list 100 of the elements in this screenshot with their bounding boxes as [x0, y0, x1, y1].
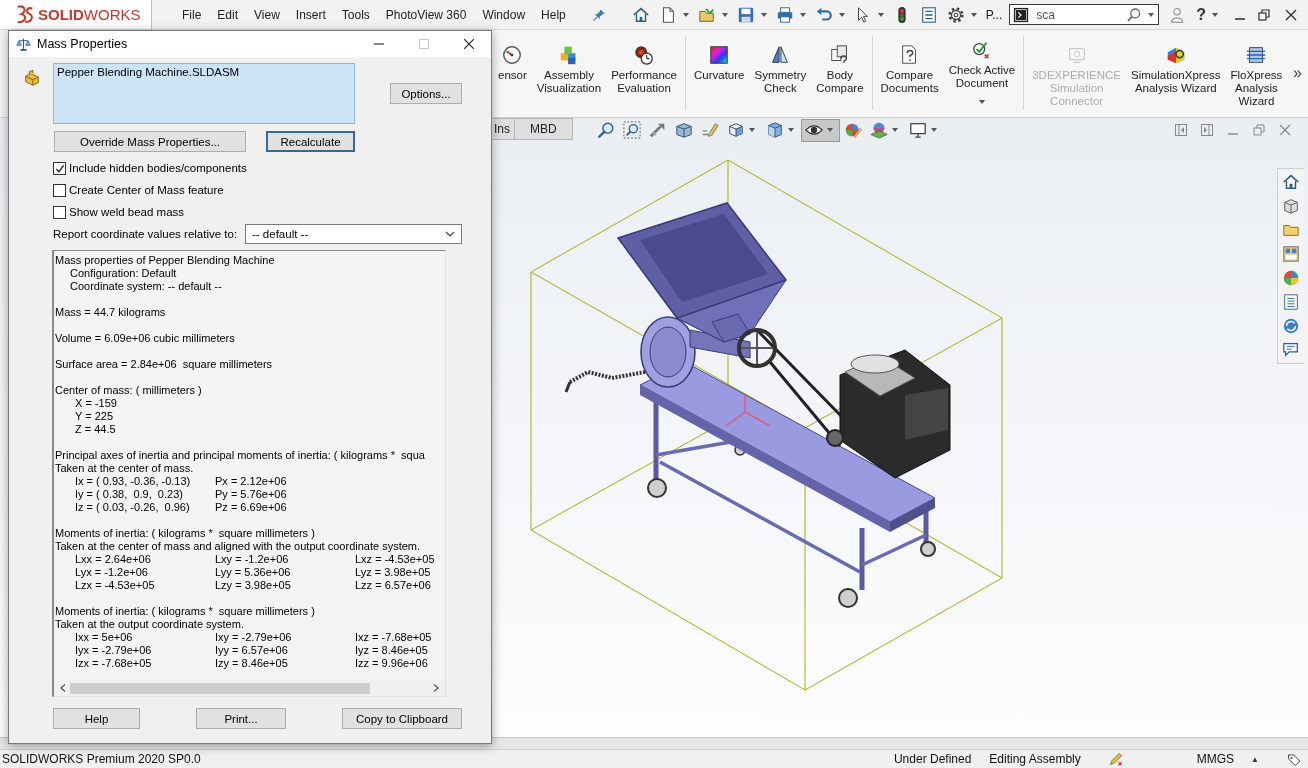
tag-icon[interactable]	[1287, 751, 1302, 767]
ribbon-button[interactable]: Symmetry Check	[749, 30, 812, 116]
command-tab[interactable]: Ins	[493, 118, 514, 140]
magnifier-box-icon	[622, 121, 641, 139]
menu-item[interactable]: PhotoView 360	[377, 3, 475, 26]
menu-item[interactable]: View	[246, 3, 288, 26]
checkmark-icon	[54, 163, 65, 173]
panel-left-icon[interactable]	[1175, 124, 1187, 136]
home-icon[interactable]	[1282, 173, 1300, 191]
print-button[interactable]: Print...	[196, 708, 286, 729]
caret-icon[interactable]	[930, 128, 937, 132]
horizontal-scrollbar[interactable]	[54, 680, 445, 696]
units-caret[interactable]: ▲	[1251, 754, 1259, 764]
caret-icon[interactable]	[799, 12, 806, 17]
report-value: Y = 225	[75, 410, 114, 423]
caret-icon[interactable]	[826, 128, 833, 132]
checkbox[interactable]	[53, 183, 66, 197]
list-icon[interactable]	[919, 5, 938, 24]
color-wheel-icon[interactable]	[1282, 269, 1300, 287]
override-button[interactable]: Override Mass Properties...	[54, 131, 246, 152]
caret-icon[interactable]	[838, 12, 845, 17]
options-button[interactable]: Options...	[390, 83, 462, 104]
flow-part-icon	[1245, 44, 1268, 66]
checkbox[interactable]	[53, 161, 66, 175]
open-folder-icon[interactable]	[697, 5, 716, 24]
menu-item[interactable]: Edit	[209, 3, 247, 26]
field-label: Report coordinate values relative to:	[53, 228, 238, 240]
report-line: Taken at the center of mass and aligned with the output coordinate system.	[55, 540, 421, 553]
ribbon-button[interactable]: Assembly Visualization	[531, 30, 607, 116]
toolbar-label[interactable]: P...	[985, 7, 1003, 22]
copy-button[interactable]: Copy to Clipboard	[342, 708, 462, 729]
report-line: Principal axes of inertia and principal moments of inertia: ( kilograms * squa	[55, 449, 425, 462]
report-line: Configuration: Default	[70, 267, 177, 280]
user-icon[interactable]	[1169, 5, 1186, 24]
scrollbar-thumb[interactable]	[70, 682, 370, 694]
units-text[interactable]: MMGS	[1196, 752, 1235, 766]
ribbon-button[interactable]: ensor	[493, 30, 532, 116]
chevron-right-icon[interactable]	[433, 684, 439, 692]
caret-icon[interactable]	[970, 12, 977, 17]
caret-icon[interactable]	[787, 128, 794, 132]
restore-icon[interactable]	[1258, 8, 1270, 21]
report-line: Taken at the output coordinate system.	[55, 618, 244, 631]
settings-icon[interactable]	[946, 5, 965, 24]
view-tool-button[interactable]	[800, 118, 840, 142]
caret-icon[interactable]	[877, 12, 884, 17]
close-icon[interactable]	[463, 39, 474, 49]
recalculate-button[interactable]: Recalculate	[266, 131, 355, 152]
selection-list[interactable]: Pepper Blending Machine.SLDASM	[53, 63, 355, 124]
caret-icon[interactable]	[682, 12, 689, 17]
ribbon-button[interactable]: Body Compare	[811, 30, 869, 116]
command-tab[interactable]: MBD	[514, 118, 573, 140]
ribbon-button[interactable]: Check Active Document	[943, 30, 1021, 116]
search-field[interactable]: sca	[1009, 4, 1160, 25]
panel-right-icon[interactable]	[1201, 124, 1213, 136]
ribbon-button[interactable]: Curvature	[689, 30, 750, 116]
pin-icon[interactable]	[591, 7, 606, 22]
caret-icon[interactable]	[978, 100, 985, 104]
refresh-circle-icon[interactable]	[1282, 317, 1300, 335]
menu-item[interactable]: Insert	[287, 3, 334, 26]
menu-item[interactable]: Tools	[333, 3, 378, 26]
more-button[interactable]: »	[1291, 64, 1304, 82]
checkbox[interactable]	[53, 205, 66, 219]
scene-icon	[869, 121, 888, 139]
cube-outline-icon[interactable]	[1282, 197, 1300, 215]
pencil-icon[interactable]	[1107, 751, 1124, 767]
color-ball-pencil-icon	[843, 121, 862, 139]
ribbon-button[interactable]: SimulationXpress Analysis Wizard	[1126, 30, 1226, 116]
magnifier-icon	[596, 121, 615, 139]
menu-item[interactable]: Window	[474, 3, 534, 26]
coordinate-dropdown[interactable]: -- default --	[245, 224, 462, 244]
undo-icon[interactable]	[814, 5, 833, 24]
caret-icon[interactable]	[1148, 12, 1155, 17]
shaded-cube-icon	[765, 121, 784, 139]
report-value: Iyy = 6.57e+06	[215, 644, 288, 657]
menu-item[interactable]: Help	[533, 3, 574, 26]
close-icon[interactable]	[1285, 8, 1297, 21]
ribbon-button[interactable]: FloXpress Analysis Wizard	[1225, 30, 1288, 116]
save-icon[interactable]	[736, 5, 755, 24]
caret-icon[interactable]	[1212, 12, 1218, 17]
caret-icon[interactable]	[760, 12, 767, 17]
chevron-left-icon[interactable]	[60, 684, 66, 692]
caret-icon[interactable]	[748, 128, 755, 132]
report-value: Lxy = -1.2e+06	[215, 553, 289, 566]
list-item[interactable]: Pepper Blending Machine.SLDASM	[57, 66, 240, 78]
report-line: Taken at the center of mass.	[55, 462, 194, 475]
palette-grid-icon[interactable]	[1282, 245, 1300, 263]
home-icon[interactable]	[631, 5, 650, 24]
report-value: Ixx = 5e+06	[75, 631, 133, 644]
caret-icon[interactable]	[721, 12, 728, 17]
ribbon-button[interactable]: Compare Documents	[875, 30, 944, 116]
menu-item[interactable]: File	[174, 3, 210, 26]
help-button[interactable]: ?	[1196, 5, 1206, 24]
caret-icon[interactable]	[891, 128, 898, 132]
ribbon-button[interactable]: Performance Evaluation	[606, 30, 682, 116]
list-icon[interactable]	[1282, 293, 1300, 311]
speech-bubble-icon[interactable]	[1282, 341, 1300, 359]
help-button[interactable]: Help	[53, 708, 140, 729]
print-icon[interactable]	[775, 5, 794, 24]
search-icon[interactable]	[1126, 6, 1143, 23]
slanted-arrow-icon	[648, 121, 667, 139]
